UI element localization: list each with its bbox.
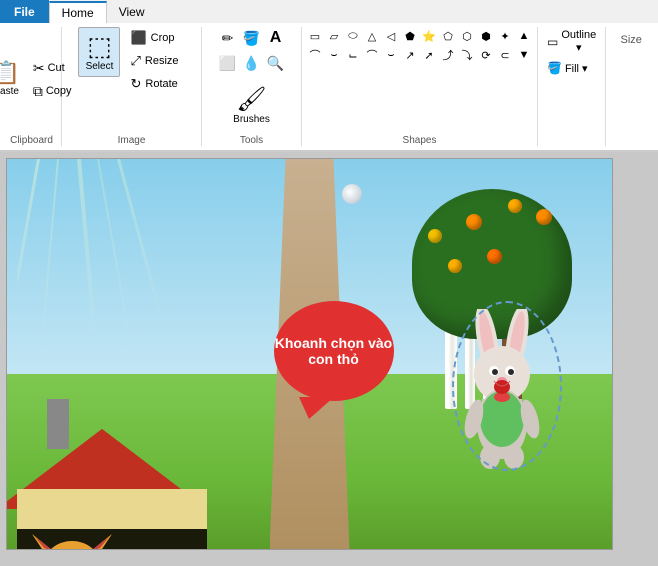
select-label: Select: [86, 61, 114, 72]
shape-arrow2[interactable]: ➚: [420, 46, 438, 64]
outline-icon: ▭: [547, 35, 558, 49]
shape-para[interactable]: ▱: [325, 27, 343, 45]
speech-bubble: Khoanh chọn vào con thỏ: [274, 301, 394, 401]
select-button[interactable]: ⬚ Select: [78, 27, 120, 77]
shape-arc3[interactable]: ⌙: [344, 46, 362, 64]
shape-arc2[interactable]: ⌣: [325, 46, 343, 64]
tools-label: Tools: [240, 132, 263, 146]
eraser-button[interactable]: ⬜: [217, 52, 239, 74]
paste-icon: 📋: [0, 62, 20, 84]
fox: [27, 534, 117, 549]
paste-label: Paste: [0, 86, 19, 97]
size-group: Size: [606, 27, 656, 146]
resize-label: Resize: [145, 55, 179, 67]
scene: Khoanh chọn vào con thỏ: [7, 159, 612, 549]
shape-ellipse[interactable]: ⬭: [344, 27, 362, 45]
tools-group: ✏ 🪣 A ⬜ 💧 🔍 🖌 Brushes Tools: [202, 27, 302, 146]
brushes-button[interactable]: 🖌 Brushes: [224, 77, 279, 132]
shape-arc1[interactable]: ⌒: [306, 46, 324, 64]
shapes-content: ▭ ▱ ⬭ △ ◁ ⬟ ⭐ ⬠ ⬡ ⬢ ✦ ▲ ⌒ ⌣ ⌙ ⌒ ⌣: [306, 27, 533, 132]
sun-rays: [17, 159, 167, 359]
shape-rtriangle[interactable]: ◁: [382, 27, 400, 45]
image-actions: ⬛ Crop ⤢ Resize ↻ Rotate: [124, 27, 184, 95]
crop-label: Crop: [151, 32, 175, 44]
fill-icon: 🪣: [547, 61, 562, 75]
shape-star4[interactable]: ✦: [496, 27, 514, 45]
clipboard-label: Clipboard: [10, 132, 53, 146]
shape-arrow3[interactable]: ⤴: [439, 46, 457, 64]
crop-icon: ⬛: [130, 30, 146, 46]
shape-curve1[interactable]: ⌒: [363, 46, 381, 64]
paint-canvas[interactable]: Khoanh chọn vào con thỏ: [6, 158, 613, 550]
shape-triangle[interactable]: △: [363, 27, 381, 45]
brushes-icon: 🖌: [236, 85, 266, 114]
image-label: Image: [118, 132, 146, 146]
paste-button[interactable]: 📋 Paste: [0, 55, 26, 105]
brushes-label: Brushes: [233, 114, 270, 125]
size-label: Size: [621, 31, 642, 46]
rotate-button[interactable]: ↻ Rotate: [124, 73, 184, 95]
copy-icon: ⧉: [33, 83, 43, 100]
selection-circle: [452, 301, 562, 471]
shape-arrow1[interactable]: ↗: [401, 46, 419, 64]
shapes-label: Shapes: [306, 132, 533, 146]
shape-curve2[interactable]: ⌣: [382, 46, 400, 64]
outline-button[interactable]: ▭ Outline ▾: [542, 27, 601, 56]
shape-hexa2[interactable]: ⬢: [477, 27, 495, 45]
tab-file[interactable]: File: [0, 0, 49, 23]
dropper-button[interactable]: 💧: [241, 52, 263, 74]
outline-label: Outline ▾: [561, 29, 596, 54]
speech-text: Khoanh chọn vào con thỏ: [274, 335, 394, 367]
pencil-button[interactable]: ✏: [217, 27, 239, 49]
shape-hexa[interactable]: ⬡: [458, 27, 476, 45]
shape-arrow4[interactable]: ⤵: [458, 46, 476, 64]
tab-home[interactable]: Home: [49, 1, 107, 23]
shape-rect[interactable]: ▭: [306, 27, 324, 45]
shape-scroll-dn[interactable]: ▼: [515, 46, 533, 64]
resize-button[interactable]: ⤢ Resize: [124, 50, 184, 72]
fill-color-button[interactable]: 🪣 Fill ▾: [542, 59, 601, 77]
crop-button[interactable]: ⬛ Crop: [124, 27, 184, 49]
tools-bottom-row: ⬜ 💧 🔍: [217, 52, 287, 74]
canvas-area: Khoanh chọn vào con thỏ: [0, 152, 658, 566]
outline-fill-group: ▭ Outline ▾ 🪣 Fill ▾: [538, 27, 606, 146]
shapes-group: ▭ ▱ ⬭ △ ◁ ⬟ ⭐ ⬠ ⬡ ⬢ ✦ ▲ ⌒ ⌣ ⌙ ⌒ ⌣: [302, 27, 538, 146]
shape-subset[interactable]: ⊂: [496, 46, 514, 64]
shape-scroll-up[interactable]: ▲: [515, 27, 533, 45]
cut-icon: ✂: [33, 60, 45, 77]
tools-top-row: ✏ 🪣 A: [217, 27, 287, 49]
shapes-grid: ▭ ▱ ⬭ △ ◁ ⬟ ⭐ ⬠ ⬡ ⬢ ✦ ▲ ⌒ ⌣ ⌙ ⌒ ⌣: [306, 27, 533, 64]
clipboard-group: 📋 Paste ✂ Cut ⧉ Copy Clipboard: [2, 27, 62, 146]
magnify-button[interactable]: 🔍: [265, 52, 287, 74]
image-group: ⬚ Select ⬛ Crop ⤢ Resize ↻ Rotate: [62, 27, 202, 146]
resize-icon: ⤢: [130, 53, 140, 69]
tab-view[interactable]: View: [107, 0, 157, 23]
shape-diamond[interactable]: ⬟: [401, 27, 419, 45]
fill-label: Fill ▾: [565, 62, 588, 75]
rotate-label: Rotate: [145, 78, 177, 90]
rotate-icon: ↻: [130, 76, 141, 92]
fill-button[interactable]: 🪣: [241, 27, 263, 49]
shape-rotate[interactable]: ⟳: [477, 46, 495, 64]
text-button[interactable]: A: [265, 27, 287, 49]
shape-star5[interactable]: ⭐: [420, 27, 438, 45]
select-icon: ⬚: [87, 33, 112, 59]
shape-penta[interactable]: ⬠: [439, 27, 457, 45]
